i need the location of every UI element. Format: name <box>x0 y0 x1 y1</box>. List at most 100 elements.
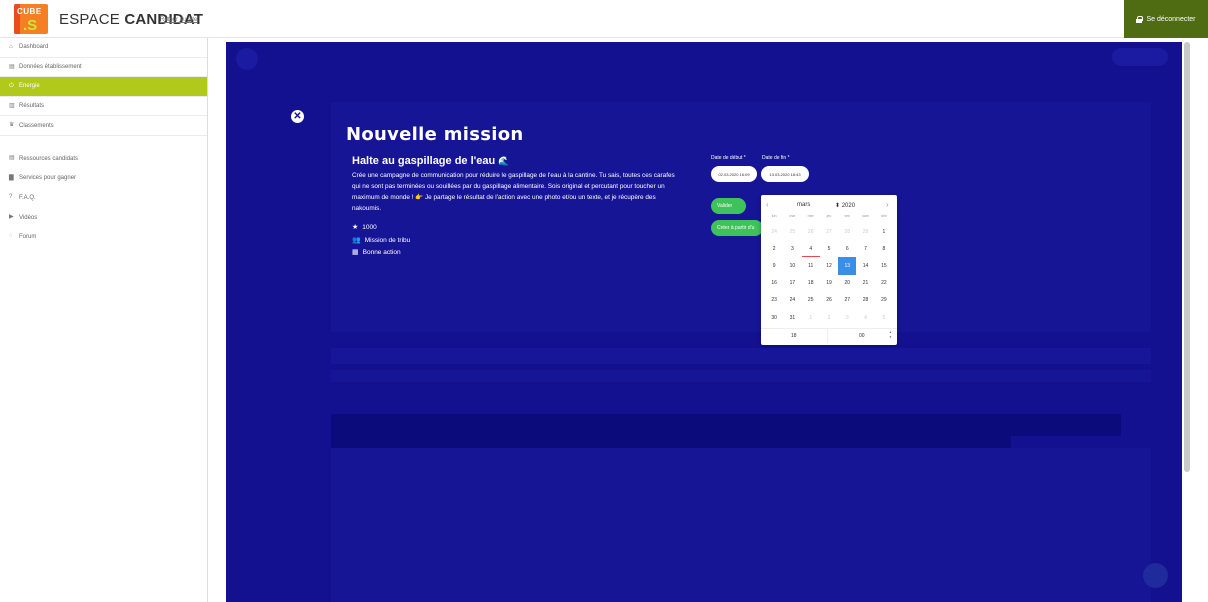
logout-label: Se déconnecter <box>1146 15 1196 23</box>
mission-description: Crée une campagne de communication pour … <box>352 172 675 212</box>
calendar-day[interactable]: 3 <box>838 309 856 326</box>
star-icon: ★ <box>352 224 359 231</box>
end-date-label: Date de fin * <box>762 155 790 161</box>
chat-icon: ◌ <box>9 233 13 240</box>
logout-button[interactable]: Se déconnecter <box>1124 0 1208 38</box>
start-date-label: Date de début * <box>711 155 746 161</box>
calendar-day[interactable]: 12 <box>820 257 838 274</box>
sidebar-item-forum[interactable]: ◌ Forum <box>0 227 207 247</box>
sidebar-item-donn-es-tablissement[interactable]: ▤ Données établissement <box>0 58 207 78</box>
calendar-day[interactable]: 31 <box>783 309 801 326</box>
calendar-day[interactable]: 18 <box>802 275 820 292</box>
time-stepper-icon[interactable]: ▲ ▼ <box>889 330 892 340</box>
sidebar-item-label: Classements <box>19 122 54 129</box>
sidebar-item-services-pour-gagner[interactable]: ▇ Services pour gagner <box>0 169 207 189</box>
calendar-day[interactable]: 21 <box>856 275 874 292</box>
back-to-site-link[interactable]: Retour au site <box>160 17 197 23</box>
calendar-day[interactable]: 25 <box>783 223 801 240</box>
sidebar-item-energie[interactable]: ⏻ Energie <box>0 77 207 97</box>
calendar-day[interactable]: 2 <box>820 309 838 326</box>
sidebar-item-classements[interactable]: ♛ Classements <box>0 116 207 136</box>
sidebar-item-vid-os[interactable]: ▶ Vidéos <box>0 208 207 228</box>
calendar-day[interactable]: 24 <box>783 292 801 309</box>
group-icon: 👥 <box>352 237 361 244</box>
weekday-label: mar <box>789 214 796 218</box>
calendar-day[interactable]: 10 <box>783 257 801 274</box>
calendar-day[interactable]: 28 <box>856 292 874 309</box>
sidebar-item-dashboard[interactable]: ⌂ Dashboard <box>0 38 207 58</box>
minute-input[interactable]: 00 <box>859 333 865 339</box>
calendar-day[interactable]: 8 <box>875 240 893 257</box>
weekday-label: jeu <box>826 214 832 218</box>
calendar-day[interactable]: 7 <box>856 240 874 257</box>
calendar-day[interactable]: 6 <box>838 240 856 257</box>
date-picker-header: ‹ mars ⬍ 2020 › <box>761 201 897 211</box>
start-date-input[interactable]: 02.03.2020 16:09 <box>711 166 757 182</box>
bg-table-header <box>331 414 1121 436</box>
calendar-day[interactable]: 29 <box>856 223 874 240</box>
calendar-day[interactable]: 24 <box>765 223 783 240</box>
calendar-day[interactable]: 5 <box>875 309 893 326</box>
calendar-day[interactable]: 22 <box>875 275 893 292</box>
calendar-day[interactable]: 26 <box>820 292 838 309</box>
bg-calendar-grid <box>331 448 1151 602</box>
calendar-day[interactable]: 28 <box>838 223 856 240</box>
calendar-day[interactable]: 9 <box>765 257 783 274</box>
sidebar: ⌂ Dashboard ▤ Données établissement ⏻ Energie… <box>0 38 208 602</box>
end-date-input[interactable]: 13.03.2020 18:43 <box>761 166 809 182</box>
building-icon: ▤ <box>9 63 15 70</box>
sidebar-item-f-a-q-[interactable]: ? F.A.Q. <box>0 188 207 208</box>
points-row: ★ 1000 <box>352 223 377 232</box>
calendar-day[interactable]: 5 <box>820 240 838 257</box>
calendar-day[interactable]: 26 <box>802 223 820 240</box>
calendar-day[interactable]: 23 <box>765 292 783 309</box>
question-icon: ? <box>9 194 13 201</box>
bg-table-row <box>331 436 1011 448</box>
time-picker: 18 00 ▲ ▼ <box>761 328 897 343</box>
logo-s: .S <box>23 17 38 34</box>
calendar-day[interactable]: 17 <box>783 275 801 292</box>
calendar-day[interactable]: 1 <box>802 309 820 326</box>
calendar-day[interactable]: 4 <box>802 240 820 257</box>
modal-title: Nouvelle mission <box>346 124 524 145</box>
close-modal-button[interactable]: ✕ <box>291 110 304 123</box>
sidebar-item-label: Dashboard <box>19 44 49 51</box>
calendar-day[interactable]: 25 <box>802 292 820 309</box>
floating-action-button[interactable] <box>1143 563 1168 588</box>
next-month-icon[interactable]: › <box>886 201 889 209</box>
bg-button <box>1112 48 1168 66</box>
mission-name: Halte au gaspillage de l'eau 🌊 <box>352 155 510 167</box>
calendar-day[interactable]: 19 <box>820 275 838 292</box>
calendar-day[interactable]: 3 <box>783 240 801 257</box>
year-input[interactable]: ⬍ 2020 <box>835 202 855 209</box>
calendar-day[interactable]: 2 <box>765 240 783 257</box>
calendar-day[interactable]: 14 <box>856 257 874 274</box>
cube-logo[interactable]: CUBE .S <box>14 4 48 34</box>
calendar-day[interactable]: 15 <box>875 257 893 274</box>
selected-day[interactable]: 13 <box>838 257 857 275</box>
calendar-day[interactable]: 27 <box>838 292 856 309</box>
calendar-day[interactable]: 4 <box>856 309 874 326</box>
validate-button[interactable]: Valider <box>711 198 746 214</box>
calendar-day[interactable]: 11 <box>802 257 820 274</box>
home-icon: ⌂ <box>9 44 13 50</box>
day-grid: 24 25 26 27 28 29 1 2 3 4 5 6 7 8 9 10 11 12 13 14 15 16 17 18 1… <box>765 223 893 326</box>
calendar-day[interactable]: 27 <box>820 223 838 240</box>
video-icon: ▶ <box>9 213 14 220</box>
sidebar-item-r-sultats[interactable]: ▥ Résultats <box>0 97 207 117</box>
sidebar-item-ressources-candidats[interactable]: ▤ Ressources candidats <box>0 149 207 169</box>
calendar-day[interactable]: 29 <box>875 292 893 309</box>
create-from-button[interactable]: Créer à partir d'u <box>711 220 763 236</box>
weekday-label: mer <box>807 214 814 218</box>
month-select[interactable]: mars <box>797 202 810 208</box>
prev-month-icon[interactable]: ‹ <box>766 201 769 209</box>
calendar-day[interactable]: 1 <box>875 223 893 240</box>
calendar-day[interactable]: 16 <box>765 275 783 292</box>
sidebar-item-label: Résultats <box>19 103 45 110</box>
category-row: 👥 Mission de tribu <box>352 236 411 245</box>
bg-tabs <box>331 348 1151 364</box>
calendar-day[interactable]: 30 <box>765 309 783 326</box>
hour-input[interactable]: 18 <box>791 333 797 339</box>
page-scrollbar[interactable] <box>1184 42 1190 472</box>
calendar-day[interactable]: 20 <box>838 275 856 292</box>
